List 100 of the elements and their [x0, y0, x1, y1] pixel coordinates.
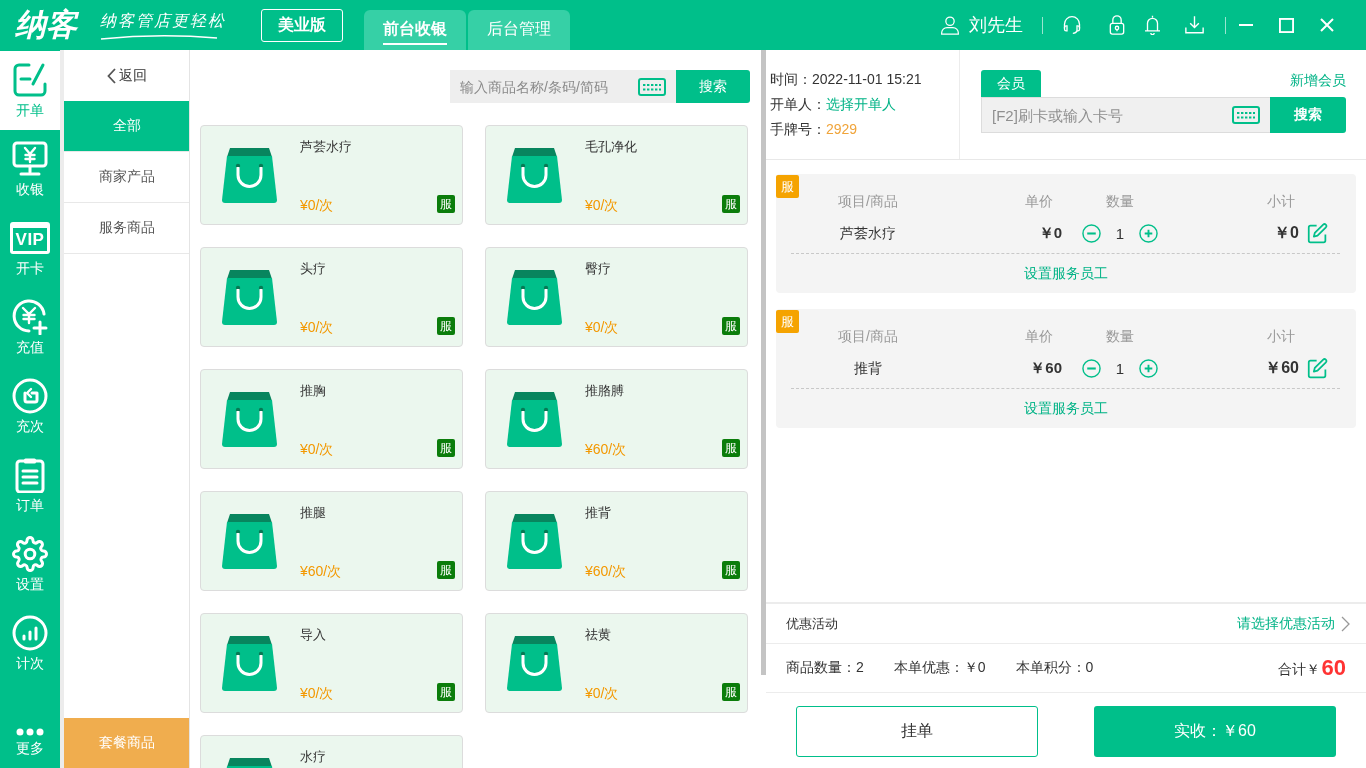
item-name: 推背	[854, 359, 882, 378]
time-value: 2022-11-01 15:21	[812, 71, 922, 87]
column-header: 数量	[1106, 327, 1134, 346]
user-name[interactable]: 刘先生	[969, 13, 1023, 37]
product-name: 导入	[300, 627, 326, 643]
service-badge: 服	[437, 683, 455, 701]
product-card[interactable]: 芦荟水疗 ¥0/次 服	[200, 125, 463, 225]
product-price: ¥0/次	[585, 318, 619, 336]
column-header: 小计	[1267, 327, 1296, 346]
more-icon	[16, 728, 44, 736]
service-badge: 服	[722, 683, 740, 701]
monitor-yen-icon	[12, 141, 48, 177]
product-price: ¥60/次	[585, 562, 627, 580]
service-badge: 服	[722, 317, 740, 335]
service-badge: 服	[437, 561, 455, 579]
shopping-bag-icon	[507, 391, 562, 447]
nav-item[interactable]: VIP 开卡	[0, 209, 60, 288]
member-tab[interactable]: 会员	[981, 70, 1041, 97]
tag-number-value: 2929	[826, 121, 858, 137]
product-card[interactable]: 祛黄 ¥0/次 服	[485, 613, 748, 713]
vip-icon-text: VIP	[15, 230, 45, 249]
minus-icon[interactable]	[1081, 223, 1101, 243]
scrollbar[interactable]	[761, 50, 766, 675]
product-name: 推胳膊	[585, 383, 624, 399]
search-button[interactable]: 搜索	[676, 70, 750, 103]
product-price: ¥0/次	[300, 440, 334, 458]
set-staff-link[interactable]: 设置服务员工	[1024, 263, 1108, 283]
set-staff-link[interactable]: 设置服务员工	[1024, 398, 1108, 418]
top-tab[interactable]: 后台管理	[468, 10, 570, 50]
product-card[interactable]: 导入 ¥0/次 服	[200, 613, 463, 713]
product-name: 臀疗	[585, 261, 611, 277]
nav-item[interactable]: 计次	[0, 604, 60, 683]
product-card[interactable]: 头疗 ¥0/次 服	[200, 247, 463, 347]
product-card[interactable]: 推腿 ¥60/次 服	[200, 491, 463, 591]
total-amount: 60	[1321, 655, 1346, 681]
promotion-label: 优惠活动	[786, 614, 838, 633]
product-name: 推胸	[300, 383, 326, 399]
select-operator-link[interactable]: 选择开单人	[826, 96, 896, 112]
plus-icon[interactable]	[1139, 223, 1159, 243]
quantity-value: 1	[1115, 359, 1125, 377]
total-label: 合计￥	[1277, 661, 1320, 679]
chevron-left-icon	[106, 67, 116, 84]
product-card[interactable]: 推胳膊 ¥60/次 服	[485, 369, 748, 469]
member-search-button[interactable]: 搜索	[1270, 97, 1346, 133]
keyboard-icon[interactable]	[638, 77, 666, 96]
product-card[interactable]: 推背 ¥60/次 服	[485, 491, 748, 591]
order-discount: 本单优惠：￥0	[893, 659, 986, 677]
quantity-value: 1	[1115, 224, 1125, 242]
unit-price: ￥60	[1030, 358, 1063, 378]
product-search-field[interactable]: 输入商品名称/条码/简码	[450, 70, 676, 103]
nav-item[interactable]: 更多	[0, 689, 60, 768]
swoosh-icon	[100, 33, 218, 40]
product-card[interactable]: 毛孔净化 ¥0/次 服	[485, 125, 748, 225]
nav-item[interactable]: 订单	[0, 446, 60, 525]
minus-icon[interactable]	[1081, 358, 1101, 378]
service-badge: 服	[776, 310, 799, 333]
close-icon[interactable]	[1320, 18, 1334, 32]
logo: 纳客	[15, 7, 80, 43]
edit-icon[interactable]	[1307, 357, 1328, 379]
maximize-icon[interactable]	[1279, 17, 1294, 33]
slogan: 纳客管店更轻松	[100, 10, 226, 31]
select-promotion-link[interactable]: 请选择优惠活动	[1237, 614, 1350, 633]
shopping-bag-icon	[507, 147, 562, 203]
add-member-link[interactable]: 新增会员	[1290, 71, 1346, 90]
edition-button[interactable]: 美业版	[261, 8, 343, 42]
nav-item[interactable]: 设置	[0, 525, 60, 604]
product-name: 水疗	[300, 749, 326, 765]
download-icon[interactable]	[1185, 15, 1204, 35]
shopping-bag-icon	[507, 513, 562, 569]
checkout-button[interactable]: 实收：￥60	[1094, 706, 1336, 757]
service-badge: 服	[722, 561, 740, 579]
bell-icon[interactable]	[1144, 15, 1161, 35]
order-points: 本单积分：0	[1015, 659, 1094, 677]
headset-icon[interactable]	[1062, 15, 1082, 35]
shopping-bag-icon	[222, 147, 277, 203]
service-badge: 服	[722, 439, 740, 457]
nav-item[interactable]: 开单	[0, 51, 60, 130]
member-card-field[interactable]: [F2]刷卡或输入卡号	[981, 97, 1270, 133]
top-tab[interactable]: 前台收银	[364, 10, 466, 50]
edit-icon[interactable]	[1307, 222, 1328, 244]
shopping-bag-icon	[222, 635, 277, 691]
time-label: 时间：	[770, 71, 812, 87]
yen-circle-plus-icon	[12, 299, 48, 335]
lock-icon[interactable]	[1109, 15, 1125, 35]
nav-item[interactable]: 收银	[0, 130, 60, 209]
column-header: 项目/商品	[838, 192, 898, 211]
nav-item[interactable]: 充值	[0, 288, 60, 367]
plus-icon[interactable]	[1139, 358, 1159, 378]
hold-order-button[interactable]: 挂单	[796, 706, 1038, 757]
product-card[interactable]: 臀疗 ¥0/次 服	[485, 247, 748, 347]
keyboard-icon[interactable]	[1232, 106, 1260, 124]
product-name: 推背	[585, 505, 611, 521]
unit-price: ￥0	[1038, 223, 1063, 243]
product-price: ¥0/次	[585, 684, 619, 702]
category-item[interactable]: 全部	[64, 101, 189, 152]
user-icon[interactable]	[940, 15, 960, 35]
product-card[interactable]: 推胸 ¥0/次 服	[200, 369, 463, 469]
product-card[interactable]: 水疗	[200, 735, 463, 768]
nav-item[interactable]: 充次	[0, 367, 60, 446]
package-category-button[interactable]: 套餐商品	[64, 718, 189, 768]
